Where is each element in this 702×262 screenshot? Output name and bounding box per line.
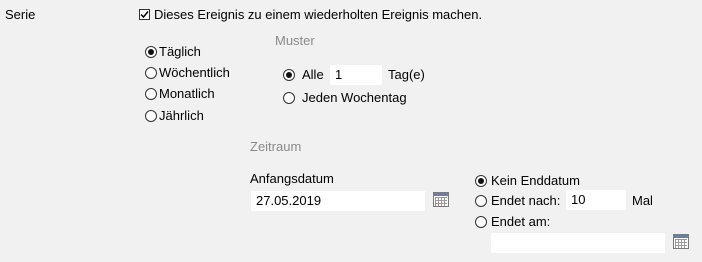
checkmark-icon	[140, 11, 149, 19]
radio-end-on[interactable]	[475, 216, 487, 228]
every-label: Alle	[302, 67, 324, 82]
calendar-icon[interactable]	[433, 192, 449, 207]
radio-woechentlich-label: Wöchentlich	[159, 65, 230, 80]
radio-monatlich-label: Monatlich	[159, 86, 215, 101]
radio-jaehrlich[interactable]	[145, 110, 157, 122]
pattern-heading: Muster	[275, 33, 315, 48]
end-date-input[interactable]	[491, 233, 665, 253]
radio-taeglich[interactable]	[145, 46, 157, 58]
repeat-checkbox-label: Dieses Ereignis zu einem wiederholten Er…	[154, 7, 483, 22]
radio-end-after[interactable]	[475, 195, 487, 207]
period-heading: Zeitraum	[250, 139, 302, 154]
repeat-checkbox[interactable]	[139, 9, 150, 20]
serie-label: Serie	[5, 7, 36, 22]
every-unit-label: Tag(e)	[388, 67, 425, 82]
radio-woechentlich[interactable]	[145, 67, 157, 79]
radio-monatlich[interactable]	[145, 88, 157, 100]
start-date-input[interactable]	[251, 191, 425, 211]
end-after-unit-label: Mal	[632, 193, 653, 208]
radio-no-end-date[interactable]	[475, 175, 487, 187]
end-after-label: Endet nach:	[491, 193, 561, 208]
radio-taeglich-label: Täglich	[159, 44, 201, 59]
no-end-date-label: Kein Enddatum	[491, 173, 580, 188]
end-after-count-input[interactable]	[566, 190, 626, 210]
radio-jaehrlich-label: Jährlich	[159, 108, 204, 123]
end-on-label: Endet am:	[491, 214, 551, 229]
calendar-icon[interactable]	[673, 234, 689, 249]
radio-every-n-days[interactable]	[283, 69, 295, 81]
start-date-label: Anfangsdatum	[250, 171, 334, 186]
every-days-input[interactable]	[330, 65, 382, 85]
radio-every-weekday[interactable]	[283, 92, 295, 104]
weekday-label: Jeden Wochentag	[302, 90, 407, 105]
